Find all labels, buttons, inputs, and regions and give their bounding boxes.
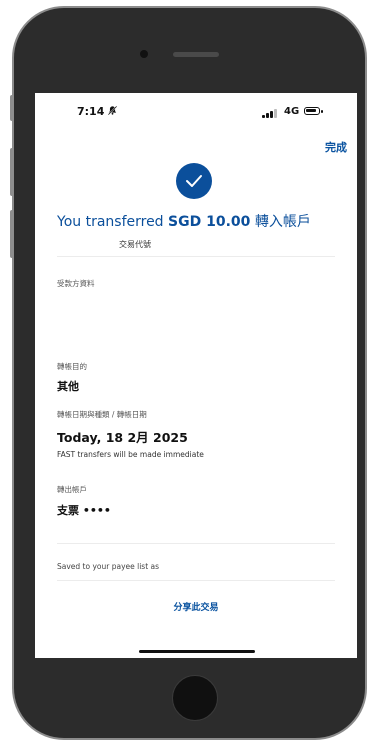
headline-prefix: You transferred (57, 214, 169, 230)
cellular-signal-icon (262, 108, 280, 118)
battery-icon (304, 107, 323, 115)
volume-up-button (10, 148, 14, 196)
transfer-headline: You transferred SGD 10.00 轉入帳戶 (57, 211, 311, 231)
purpose-label: 轉帳目的 (57, 362, 87, 371)
saved-to-payee-label: Saved to your payee list as (57, 562, 160, 571)
from-account-label: 轉出帳戶 (57, 485, 87, 494)
earpiece-speaker (173, 52, 219, 57)
phone-screen: 7:14 4G 完成 You transferred SGD 10.00 轉入帳… (35, 93, 357, 658)
home-button[interactable] (172, 675, 218, 721)
from-account-value: 支票 •••• (57, 504, 111, 517)
headline-suffix: 轉入帳戶 (250, 214, 311, 230)
transfer-date-label: 轉帳日期與種類 / 轉帳日期 (57, 410, 147, 419)
share-transaction-button[interactable]: 分享此交易 (35, 600, 357, 613)
checkmark-success-icon (176, 163, 212, 199)
network-type: 4G (284, 106, 300, 117)
volume-down-button (10, 210, 14, 258)
ringer-switch (10, 95, 14, 121)
front-camera (140, 50, 148, 58)
payee-details-label: 受款方資料 (57, 279, 95, 288)
transfer-date-value: Today, 18 2月 2025 (57, 430, 188, 445)
transfer-date-note: FAST transfers will be made immediate (57, 450, 204, 459)
purpose-value: 其他 (57, 380, 79, 393)
status-bar: 7:14 4G (35, 93, 357, 127)
transfer-amount: SGD 10.00 (168, 214, 251, 230)
done-button[interactable]: 完成 (325, 139, 347, 155)
divider (57, 580, 335, 581)
divider (57, 543, 335, 544)
divider (57, 256, 335, 257)
home-indicator (139, 650, 255, 653)
reference-number-label: 交易代號 (119, 240, 151, 249)
bell-muted-icon (107, 105, 118, 119)
status-time: 7:14 (77, 105, 105, 118)
